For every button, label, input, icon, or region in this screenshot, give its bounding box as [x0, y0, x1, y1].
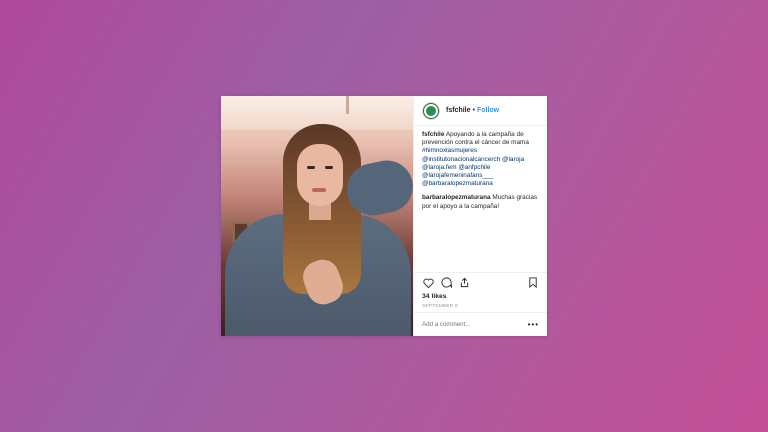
like-count[interactable]: 34 likes	[414, 292, 547, 302]
avatar-logo	[424, 103, 438, 118]
post-header: fsfchile • Follow	[414, 96, 547, 126]
post-photo[interactable]	[221, 96, 413, 336]
more-options-icon[interactable]: •••	[528, 320, 539, 329]
username[interactable]: fsfchile	[446, 107, 471, 114]
action-bar	[414, 272, 547, 292]
caption-text: Apoyando a la campaña de	[445, 131, 524, 138]
caption-text: prevención contra el cáncer de mama	[422, 139, 529, 147]
instagram-post-card: fsfchile • Follow fsfchile Apoyando a la…	[221, 96, 547, 336]
comments-section: fsfchile Apoyando a la campaña de preven…	[414, 126, 547, 272]
photo-person-eye	[307, 166, 315, 169]
mention-link[interactable]: @institutonacionalcancerch @laroja	[422, 156, 524, 163]
photo-person-mouth	[312, 188, 326, 192]
share-icon[interactable]	[458, 277, 470, 289]
photo-person-face	[297, 144, 343, 206]
mention-link[interactable]: @laroja.fem @anfpchile	[422, 164, 490, 171]
reply-username[interactable]: barbaralopezmaturana	[422, 194, 491, 201]
hashtag-link[interactable]: #himnoxlasmujeres	[422, 147, 477, 154]
post-date[interactable]: SEPTEMBER 8	[414, 302, 547, 312]
add-comment-bar: •••	[414, 312, 547, 336]
bookmark-icon[interactable]	[527, 277, 539, 289]
photo-lamp	[346, 96, 349, 114]
post-sidebar: fsfchile • Follow fsfchile Apoyando a la…	[413, 96, 547, 336]
mention-link[interactable]: @barbaralopezmaturana	[422, 180, 493, 187]
photo-person-eye	[325, 166, 333, 169]
separator-dot: •	[472, 107, 475, 114]
caption: fsfchile Apoyando a la campaña de preven…	[422, 131, 539, 188]
mention-link[interactable]: @larojafemeninafans___	[422, 172, 493, 179]
heart-icon[interactable]	[422, 277, 434, 289]
avatar[interactable]	[422, 101, 440, 120]
comment-icon[interactable]	[440, 277, 452, 289]
caption-username[interactable]: fsfchile	[422, 131, 444, 138]
reply-comment: barbaralopezmaturana Muchas gracias por …	[422, 194, 539, 210]
comment-input[interactable]	[422, 321, 528, 328]
follow-button[interactable]: Follow	[477, 107, 499, 114]
